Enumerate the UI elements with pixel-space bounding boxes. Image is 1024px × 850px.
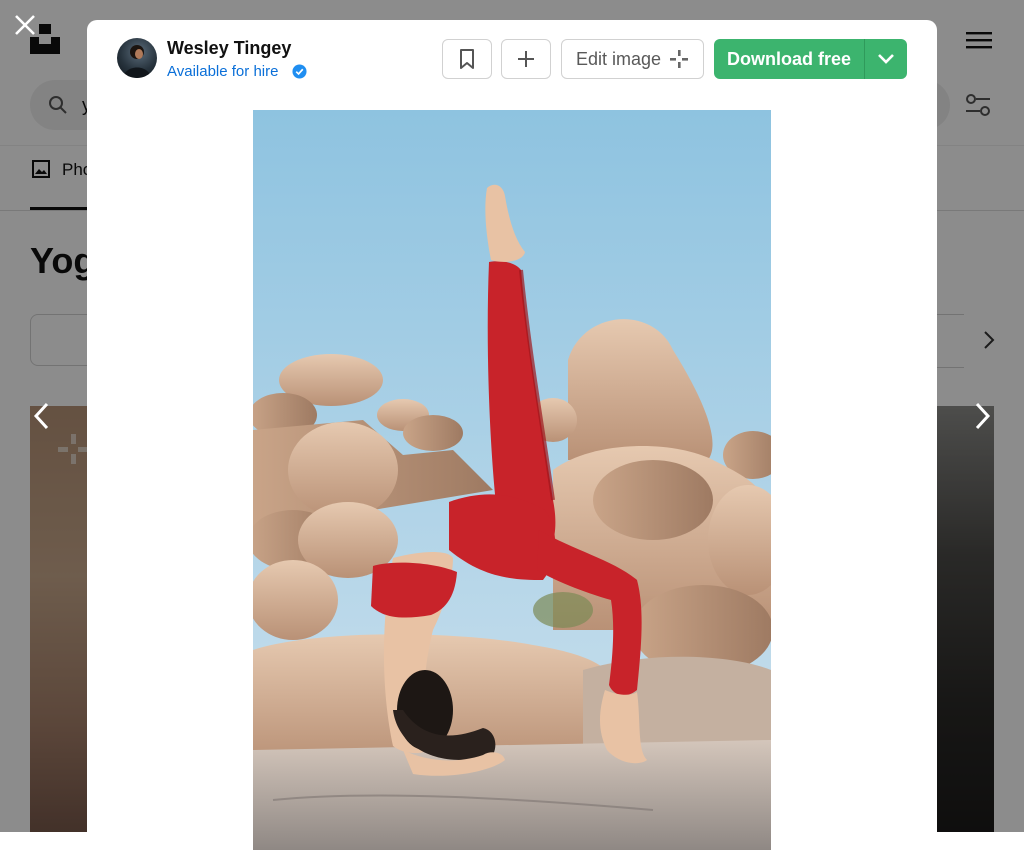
chevron-right-icon[interactable]: [968, 400, 996, 432]
download-button[interactable]: Download free: [714, 39, 864, 79]
verified-badge-icon: [292, 64, 307, 79]
bookmark-button[interactable]: [442, 39, 492, 79]
chevron-down-icon: [878, 54, 894, 64]
edit-sparkle-icon: [670, 50, 689, 68]
author-name[interactable]: Wesley Tingey: [167, 38, 291, 59]
edit-image-button[interactable]: Edit image: [561, 39, 704, 79]
edit-image-label: Edit image: [575, 48, 662, 69]
yoga-photo-illustration: [253, 110, 771, 850]
bookmark-icon: [460, 49, 474, 69]
main-photo[interactable]: [253, 110, 771, 850]
close-icon[interactable]: [12, 12, 38, 38]
plus-icon: [518, 51, 534, 67]
avatar[interactable]: [117, 38, 157, 78]
download-label: Download free: [726, 48, 851, 69]
download-options-button[interactable]: [864, 39, 907, 79]
add-to-collection-button[interactable]: [501, 39, 551, 79]
hire-status-link[interactable]: Available for hire: [167, 63, 278, 80]
chevron-left-icon[interactable]: [28, 400, 56, 432]
photo-modal: Wesley Tingey Available for hire Edit im…: [87, 20, 937, 850]
